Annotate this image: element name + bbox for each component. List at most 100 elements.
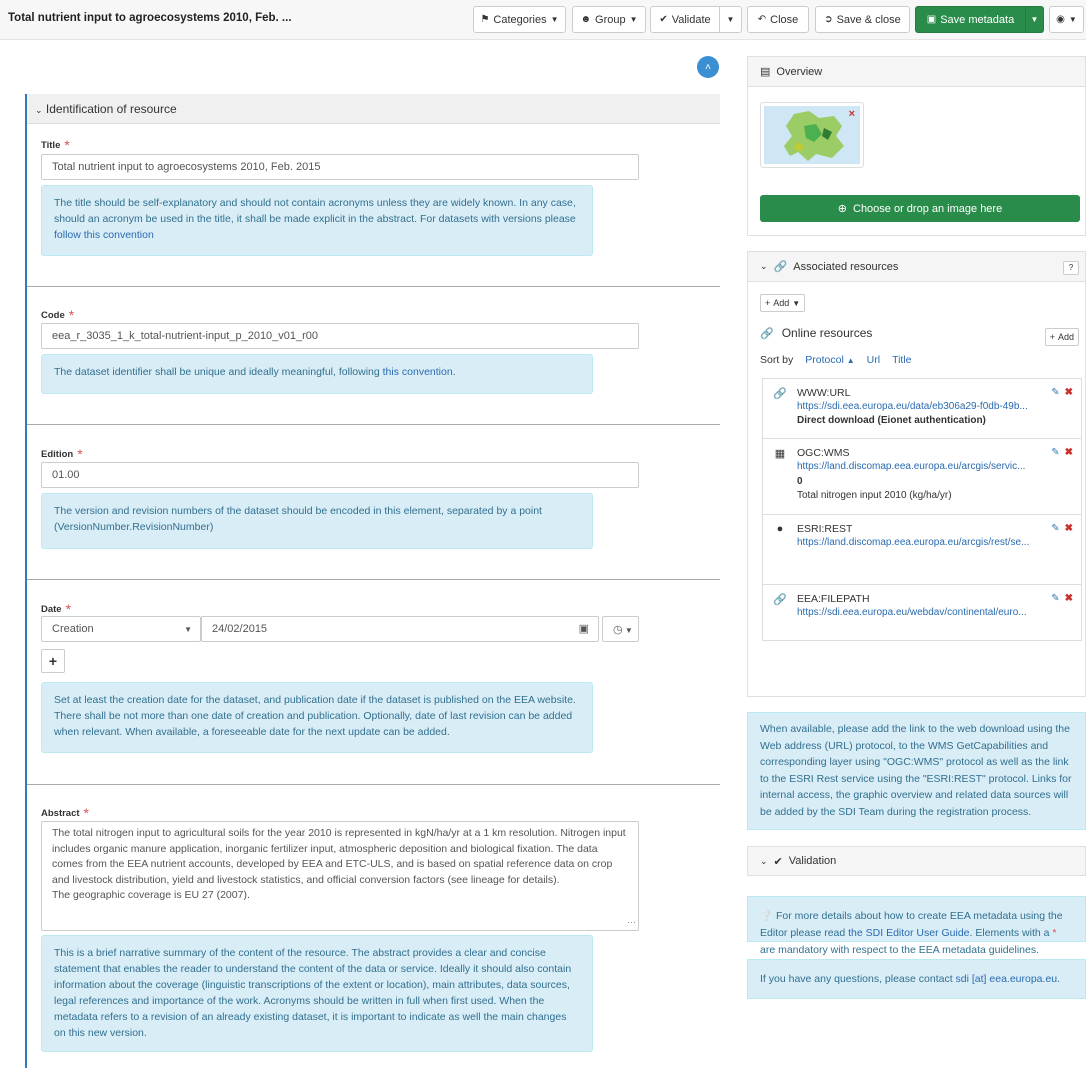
- resources-help: When available, please add the link to t…: [747, 712, 1086, 830]
- sort-protocol-label: Protocol: [805, 354, 844, 366]
- overview-thumbnail[interactable]: ×: [760, 102, 864, 168]
- europe-map-thumbnail: [764, 106, 860, 164]
- resource-url[interactable]: https://sdi.eea.europa.eu/data/eb306a29-…: [797, 401, 1052, 412]
- title-input[interactable]: Total nutrient input to agroecosystems 2…: [41, 154, 639, 180]
- section-header[interactable]: ⌄ Identification of resource: [27, 94, 720, 124]
- group-label: Group: [595, 13, 626, 26]
- guide-help-text: . Elements with a: [969, 927, 1053, 939]
- resize-handle-icon[interactable]: ⋯: [627, 915, 636, 931]
- list-item[interactable]: 🔗 EEA:FILEPATH https://sdi.eea.europa.eu…: [763, 585, 1081, 640]
- required-marker: *: [83, 805, 89, 821]
- divider: [27, 579, 720, 580]
- resource-protocol: EEA:FILEPATH: [797, 593, 870, 605]
- date-field-label: Date *: [41, 602, 71, 616]
- calendar-icon[interactable]: ▣: [579, 622, 589, 635]
- date-label-text: Date: [41, 603, 62, 615]
- code-input[interactable]: eea_r_3035_1_k_total-nutrient-input_p_20…: [41, 323, 639, 349]
- title-convention-link[interactable]: follow this convention: [54, 229, 154, 241]
- plus-icon: +: [1049, 332, 1055, 342]
- save-metadata-button[interactable]: ▣ Save metadata: [915, 6, 1026, 33]
- validate-dropdown-toggle[interactable]: ▼: [719, 6, 742, 33]
- associated-resources-title: Associated resources: [793, 260, 899, 273]
- edit-icon[interactable]: ✎: [1051, 387, 1059, 398]
- add-online-label: Add: [1057, 332, 1074, 342]
- code-help-text: The dataset identifier shall be unique a…: [54, 366, 383, 378]
- validate-button[interactable]: ✔ Validate: [650, 6, 720, 33]
- contact-email-link[interactable]: sdi [at] eea.europa.eu: [956, 973, 1058, 985]
- online-resources-label: Online resources: [781, 326, 873, 340]
- floppy-icon: ▣: [926, 14, 937, 25]
- delete-icon[interactable]: ✖: [1065, 447, 1073, 458]
- sort-title-link[interactable]: Title: [892, 354, 911, 366]
- sign-out-icon: ➲: [824, 14, 833, 25]
- resource-url[interactable]: https://land.discomap.eea.europa.eu/arcg…: [797, 461, 1052, 472]
- date-type-menu-button[interactable]: ◷ ▼: [602, 616, 639, 642]
- save-close-button[interactable]: ➲ Save & close: [815, 6, 910, 33]
- add-date-button[interactable]: +: [41, 649, 65, 673]
- collapse-all-button[interactable]: ˄: [697, 56, 719, 78]
- associated-resources-panel: ⌄ 🔗 Associated resources ? + Add ▼ 🔗 Onl…: [747, 251, 1086, 697]
- save-dropdown-toggle[interactable]: ▼: [1025, 6, 1044, 33]
- code-help: The dataset identifier shall be unique a…: [41, 354, 593, 394]
- edit-icon[interactable]: ✎: [1051, 523, 1059, 534]
- add-associated-button[interactable]: + Add ▼: [760, 294, 806, 312]
- link-icon: 🔗: [773, 388, 787, 400]
- sort-protocol-link[interactable]: Protocol ▲: [805, 354, 854, 366]
- view-mode-button[interactable]: ◉ ▼: [1049, 6, 1084, 33]
- overview-header: ▤ Overview: [748, 57, 1085, 87]
- categories-button[interactable]: ⚑ Categories ▼: [473, 6, 566, 33]
- abstract-textarea[interactable]: The total nitrogen input to agricultural…: [41, 821, 639, 931]
- code-field-label: Code *: [41, 308, 74, 322]
- choose-image-button[interactable]: ⊕ Choose or drop an image here: [760, 195, 1080, 222]
- resource-url[interactable]: https://sdi.eea.europa.eu/webdav/contine…: [797, 607, 1052, 618]
- list-item[interactable]: ● ESRI:REST https://land.discomap.eea.eu…: [763, 515, 1081, 585]
- required-marker: *: [65, 601, 72, 617]
- map-icon: ▦: [774, 448, 786, 460]
- title-field-label: Title *: [41, 138, 70, 152]
- undo-icon: ↶: [757, 14, 767, 25]
- guide-help-text: are mandatory with respect to the EEA me…: [760, 944, 1039, 956]
- chevron-down-icon: ⌄: [35, 105, 43, 115]
- list-item[interactable]: ▦ OGC:WMS https://land.discomap.eea.euro…: [763, 439, 1081, 515]
- identification-section: ⌄ Identification of resource Title * Tot…: [25, 94, 720, 1068]
- link-icon: 🔗: [773, 261, 788, 273]
- delete-icon[interactable]: ✖: [1065, 593, 1073, 604]
- validation-header[interactable]: ⌄ ✔ Validation: [747, 846, 1086, 876]
- sort-asc-icon: ▲: [846, 356, 855, 365]
- guide-help: ❔ For more details about how to create E…: [747, 896, 1086, 956]
- help-icon[interactable]: ?: [1063, 261, 1079, 275]
- validation-title: Validation: [788, 855, 837, 867]
- delete-icon[interactable]: ✖: [1065, 387, 1073, 398]
- edit-icon[interactable]: ✎: [1051, 447, 1059, 458]
- caret-down-icon: ▼: [1068, 15, 1077, 24]
- required-marker: *: [1052, 927, 1057, 939]
- date-input[interactable]: 24/02/2015 ▣: [201, 616, 599, 642]
- code-convention-link[interactable]: this convention: [383, 366, 453, 378]
- edition-label-text: Edition: [41, 448, 74, 460]
- user-guide-link[interactable]: the SDI Editor User Guide: [848, 927, 969, 939]
- resource-url[interactable]: https://land.discomap.eea.europa.eu/arcg…: [797, 537, 1052, 548]
- date-type-select[interactable]: Creation ▼: [41, 616, 201, 642]
- add-online-resource-button[interactable]: + Add: [1044, 328, 1079, 346]
- categories-label: Categories: [493, 13, 547, 26]
- divider: [27, 784, 720, 785]
- associated-resources-header[interactable]: ⌄ 🔗 Associated resources ?: [748, 252, 1085, 282]
- sort-by-label: Sort by: [760, 354, 794, 366]
- clock-icon: ◷: [613, 624, 623, 636]
- date-value: 24/02/2015: [212, 623, 268, 635]
- delete-icon[interactable]: ✖: [1065, 523, 1073, 534]
- caret-down-icon: ▼: [726, 15, 735, 24]
- list-item[interactable]: 🔗 WWW:URL https://sdi.eea.europa.eu/data…: [763, 379, 1081, 439]
- group-button[interactable]: ☻ Group ▼: [572, 6, 646, 33]
- check-icon: ✔: [659, 14, 668, 25]
- users-icon: ☻: [580, 14, 592, 25]
- link-icon: 🔗: [773, 594, 787, 606]
- save-metadata-label: Save metadata: [940, 13, 1015, 26]
- edition-input[interactable]: 01.00: [41, 462, 639, 488]
- remove-image-icon[interactable]: ×: [849, 108, 855, 120]
- edit-icon[interactable]: ✎: [1051, 593, 1059, 604]
- sort-url-link[interactable]: Url: [867, 354, 880, 366]
- caret-down-icon: ▼: [184, 625, 192, 634]
- caret-down-icon: ▼: [629, 15, 638, 24]
- close-button[interactable]: ↶ Close: [747, 6, 809, 33]
